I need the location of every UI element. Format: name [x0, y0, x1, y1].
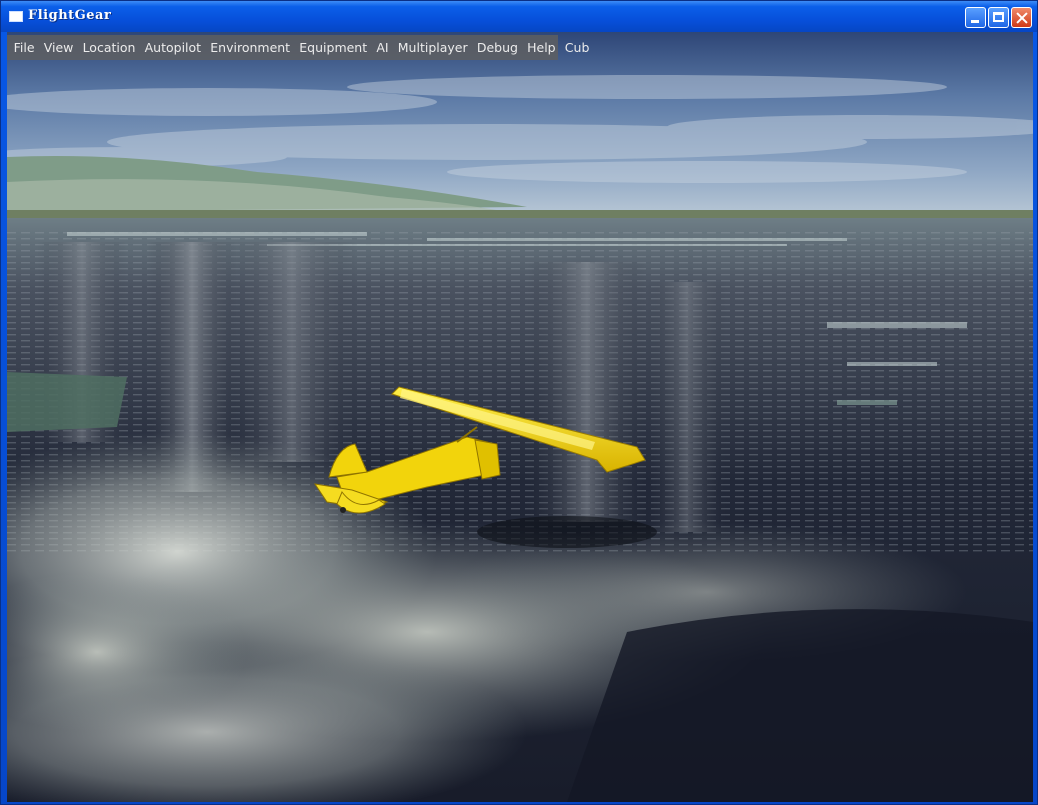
flightgear-window: FlightGear File View Location Autopilot …	[0, 0, 1038, 805]
maximize-icon[interactable]	[988, 7, 1009, 28]
menu-ai[interactable]: AI	[372, 40, 393, 55]
menu-environment[interactable]: Environment	[206, 40, 295, 55]
menu-equipment[interactable]: Equipment	[295, 40, 372, 55]
menu-view[interactable]: View	[39, 40, 78, 55]
flight-3d-viewport[interactable]	[7, 32, 1033, 802]
menu-cub[interactable]: Cub	[560, 40, 594, 55]
scene-render	[7, 32, 1033, 802]
menu-help[interactable]: Help	[523, 40, 561, 55]
menu-location[interactable]: Location	[78, 40, 140, 55]
menu-multiplayer[interactable]: Multiplayer	[393, 40, 472, 55]
minimize-icon[interactable]	[965, 7, 986, 28]
window-icon[interactable]	[9, 11, 23, 22]
menu-bar: File View Location Autopilot Environment…	[7, 35, 589, 60]
menu-file[interactable]: File	[9, 40, 39, 55]
window-title: FlightGear	[28, 8, 112, 23]
menu-autopilot[interactable]: Autopilot	[140, 40, 206, 55]
menu-debug[interactable]: Debug	[472, 40, 522, 55]
close-icon[interactable]	[1011, 7, 1032, 28]
title-bar[interactable]: FlightGear	[1, 1, 1037, 32]
